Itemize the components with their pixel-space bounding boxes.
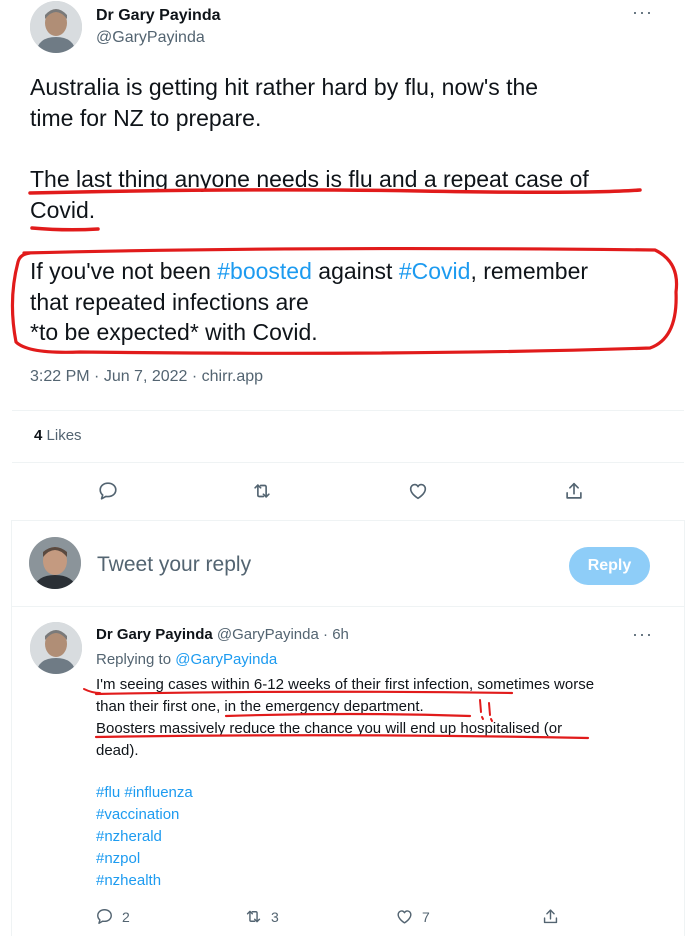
retweet-icon bbox=[246, 910, 261, 923]
share-action[interactable] bbox=[561, 478, 587, 504]
tweet-text-line: Australia is getting hit rather hard by … bbox=[30, 74, 539, 100]
hashtag-link[interactable]: #nzhealth bbox=[96, 872, 161, 889]
reply-text-line: I'm seeing cases within 6-12 weeks of th… bbox=[96, 676, 595, 693]
heart-icon bbox=[409, 483, 427, 500]
tweet-text-line: If you've not been #boosted against #Cov… bbox=[30, 256, 588, 287]
text-segment: If you've not been bbox=[30, 258, 218, 284]
author-name[interactable]: Dr Gary Payinda bbox=[96, 7, 221, 25]
share-icon bbox=[543, 909, 558, 924]
text-segment: , remember bbox=[470, 258, 589, 284]
retweet-count: 3 bbox=[271, 908, 279, 925]
reply-header: Dr Gary Payinda @GaryPayinda · 6h bbox=[96, 626, 349, 643]
share-icon bbox=[566, 482, 582, 499]
thread-border-right bbox=[684, 520, 685, 936]
comment-icon bbox=[97, 909, 112, 924]
tweet-time[interactable]: 3:22 PM bbox=[30, 368, 90, 385]
hashtag-link[interactable]: #boosted bbox=[217, 258, 312, 284]
author-avatar[interactable] bbox=[30, 1, 82, 53]
comment-icon bbox=[99, 482, 117, 500]
tweet-text-line: that repeated infections are bbox=[30, 289, 309, 315]
likes-number: 4 bbox=[34, 427, 43, 444]
replying-label: Replying to bbox=[96, 651, 172, 668]
divider bbox=[12, 462, 684, 463]
reply-input[interactable] bbox=[97, 553, 537, 577]
retweet-action[interactable] bbox=[249, 478, 275, 504]
reply-author-name[interactable]: Dr Gary Payinda bbox=[96, 626, 213, 643]
tweet-meta: 3:22 PM · Jun 7, 2022 · chirr.app bbox=[30, 368, 264, 385]
reply-text-line: dead). bbox=[96, 742, 139, 759]
reply-like-action[interactable]: 7 bbox=[395, 907, 430, 926]
tweet-text-line: Covid. bbox=[30, 197, 96, 223]
like-count: 7 bbox=[422, 908, 430, 925]
reply-age[interactable]: 6h bbox=[332, 626, 349, 643]
more-icon[interactable]: ··· bbox=[632, 2, 653, 23]
tweet-date[interactable]: Jun 7, 2022 bbox=[104, 368, 188, 385]
hashtag-link[interactable]: #nzherald bbox=[96, 828, 162, 845]
replying-to: Replying to @GaryPayinda bbox=[96, 651, 277, 668]
divider bbox=[12, 606, 684, 607]
hashtag-link[interactable]: #nzpol bbox=[96, 850, 140, 867]
retweet-icon bbox=[254, 484, 270, 498]
divider bbox=[12, 520, 684, 521]
reply-action[interactable] bbox=[95, 478, 121, 504]
thread-border-left bbox=[11, 520, 12, 936]
reply-author-avatar[interactable] bbox=[30, 622, 82, 674]
reply-more-icon[interactable]: ··· bbox=[632, 624, 653, 645]
hashtag-link[interactable]: #flu #influenza bbox=[96, 784, 193, 801]
reply-reply-action[interactable]: 2 bbox=[95, 907, 130, 926]
likes-count[interactable]: 4 Likes bbox=[34, 427, 82, 444]
heart-icon bbox=[397, 910, 412, 924]
user-avatar[interactable] bbox=[29, 537, 81, 589]
author-handle[interactable]: @GaryPayinda bbox=[96, 29, 205, 47]
reply-text-line: than their first one, in the emergency d… bbox=[96, 698, 424, 715]
reply-retweet-action[interactable]: 3 bbox=[244, 907, 279, 926]
tweet-text-line: The last thing anyone needs is flu and a… bbox=[30, 166, 589, 192]
tweet-text-line: *to be expected* with Covid. bbox=[30, 319, 318, 345]
reply-author-handle[interactable]: @GaryPayinda bbox=[217, 626, 319, 643]
tweet-source[interactable]: chirr.app bbox=[202, 368, 263, 385]
hashtag-link[interactable]: #Covid bbox=[399, 258, 471, 284]
divider bbox=[12, 410, 684, 411]
reply-share-action[interactable] bbox=[541, 907, 560, 926]
reply-count: 2 bbox=[122, 908, 130, 925]
tweet-text-line: time for NZ to prepare. bbox=[30, 105, 262, 131]
likes-label: Likes bbox=[46, 427, 82, 444]
replying-handle-link[interactable]: @GaryPayinda bbox=[175, 651, 277, 668]
reply-button[interactable]: Reply bbox=[569, 547, 650, 585]
hashtag-link[interactable]: #vaccination bbox=[96, 806, 179, 823]
like-action[interactable] bbox=[405, 478, 431, 504]
reply-text-line: Boosters massively reduce the chance you… bbox=[96, 720, 563, 737]
text-segment: against bbox=[311, 258, 399, 284]
